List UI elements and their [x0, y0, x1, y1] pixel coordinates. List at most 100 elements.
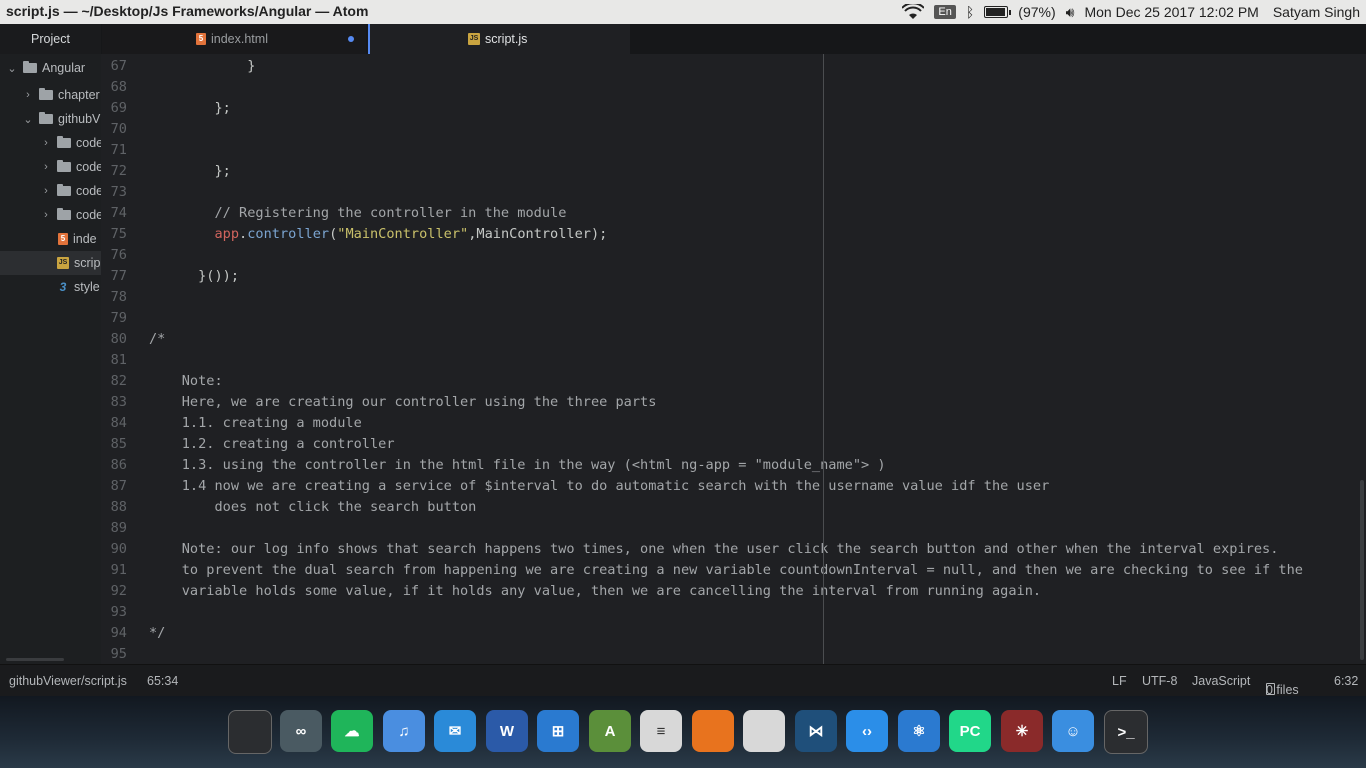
- word-icon[interactable]: W: [486, 710, 528, 752]
- bluetooth-icon[interactable]: ᛒ: [966, 4, 974, 20]
- chevron-right-icon[interactable]: ›: [40, 185, 52, 197]
- music-cloud-icon[interactable]: ♫: [383, 710, 425, 752]
- line-number: 88: [110, 499, 127, 515]
- workspace-switcher-icon[interactable]: [228, 710, 272, 754]
- tree-item-label: code: [76, 160, 101, 174]
- line-number: 95: [110, 646, 127, 662]
- tree-item-label: code: [76, 208, 101, 222]
- html5-icon: 5: [58, 233, 68, 245]
- code-token: .: [239, 226, 248, 242]
- js-icon: JS: [468, 33, 480, 45]
- wifi-icon[interactable]: [902, 4, 925, 20]
- volume-icon[interactable]: 🔊︎: [1066, 4, 1075, 21]
- tree-folder-angular[interactable]: ⌄ Angular: [0, 56, 101, 80]
- tab-index-html[interactable]: 5 index.html: [102, 24, 366, 54]
- code-bracket-icon[interactable]: ‹›: [846, 710, 888, 752]
- line-number: 71: [110, 142, 127, 158]
- code-line: };: [149, 163, 231, 179]
- tab-script-js[interactable]: JS script.js: [368, 24, 630, 54]
- folder-icon: [57, 208, 71, 220]
- line-number: 67: [110, 58, 127, 74]
- code-line: }());: [149, 268, 240, 284]
- tree-folder-code[interactable]: › code: [0, 179, 101, 203]
- battery-level-fill: [986, 8, 1005, 16]
- code-line: Note:: [149, 373, 223, 389]
- chevron-right-icon[interactable]: ›: [40, 161, 52, 173]
- line-number: 77: [110, 268, 127, 284]
- code-token: ,MainController);: [468, 226, 608, 242]
- modified-indicator[interactable]: [348, 36, 354, 42]
- keyboard-language-indicator[interactable]: En: [934, 5, 956, 19]
- tree-file-index-html[interactable]: 5 inde: [0, 227, 101, 251]
- line-number: 87: [110, 478, 127, 494]
- line-number: 85: [110, 436, 127, 452]
- android-studio-icon[interactable]: A: [589, 710, 631, 752]
- line-number: 90: [110, 541, 127, 557]
- code-token: app: [214, 226, 240, 242]
- folder-icon: [57, 184, 71, 196]
- encoding-selector[interactable]: UTF-8: [1142, 674, 1177, 688]
- tree-folder-code[interactable]: › code: [0, 203, 101, 227]
- editor-vertical-scrollbar[interactable]: [1360, 480, 1364, 660]
- code-editor[interactable]: 67 68 69 70 71 72 73 74 75 76 77 78 79 80 81 82 83 84 85 86…: [101, 54, 1366, 664]
- line-number: 82: [110, 373, 127, 389]
- folder-icon: [39, 112, 53, 124]
- chevron-right-icon[interactable]: ›: [40, 137, 52, 149]
- chrome-icon[interactable]: [743, 710, 785, 752]
- line-number: 73: [110, 184, 127, 200]
- tree-item-label: scrip: [74, 256, 101, 270]
- tab-label: index.html: [211, 32, 268, 46]
- app-grid-icon[interactable]: ⊞: [537, 710, 579, 752]
- tree-folder-chapter[interactable]: › chapter: [0, 83, 101, 107]
- code-line: // Registering the controller in the mod…: [149, 205, 567, 221]
- battery-percentage: (97%): [1018, 4, 1056, 20]
- mail-bird-icon[interactable]: ✉: [434, 710, 476, 752]
- folder-icon: [57, 160, 71, 172]
- line-number: 78: [110, 289, 127, 305]
- finder-icon[interactable]: ☺: [1052, 710, 1094, 752]
- tree-file-style-css[interactable]: 3 style: [0, 275, 101, 299]
- spider-web-icon[interactable]: ✳: [1001, 710, 1043, 752]
- line-number: 74: [110, 205, 127, 221]
- firefox-icon[interactable]: [692, 710, 734, 752]
- user-name[interactable]: Satyam Singh: [1273, 4, 1360, 20]
- chevron-down-icon[interactable]: ⌄: [6, 62, 18, 75]
- tree-file-script-js[interactable]: JS scrip: [0, 251, 101, 275]
- text-editor-icon[interactable]: ≡: [640, 710, 682, 752]
- file-path[interactable]: githubViewer/script.js: [9, 674, 127, 688]
- tree-folder-code[interactable]: › code: [0, 155, 101, 179]
- vscode-icon[interactable]: ⋈: [795, 710, 837, 752]
- project-panel-tab[interactable]: Project: [0, 24, 101, 54]
- chevron-right-icon[interactable]: ›: [22, 89, 34, 101]
- line-number: 84: [110, 415, 127, 431]
- line-ending-selector[interactable]: LF: [1112, 674, 1127, 688]
- line-number: 94: [110, 625, 127, 641]
- tab-bar: Project 5 index.html JS script.js: [0, 24, 1366, 54]
- code-line: 1.3. using the controller in the html fi…: [149, 457, 886, 473]
- terminal-icon[interactable]: >_: [1104, 710, 1148, 754]
- battery-icon[interactable]: [984, 6, 1012, 18]
- chevron-down-icon[interactable]: ⌄: [22, 113, 34, 126]
- clock[interactable]: Mon Dec 25 2017 12:02 PM: [1084, 4, 1258, 20]
- tree-item-label: code: [76, 184, 101, 198]
- cloud-app-icon[interactable]: ☁: [331, 710, 373, 752]
- cursor-position[interactable]: 65:34: [147, 674, 178, 688]
- pycharm-icon[interactable]: PC: [949, 710, 991, 752]
- code-line: Note: our log info shows that search hap…: [149, 541, 1279, 557]
- system-tray: En ᛒ (97%) 🔊︎ Mon Dec 25 2017 12:02 PM S…: [902, 0, 1360, 24]
- chevron-right-icon[interactable]: ›: [40, 209, 52, 221]
- line-number: 79: [110, 310, 127, 326]
- tree-folder-githubviewer[interactable]: ⌄ githubV: [0, 107, 101, 131]
- code-line: variable holds some value, if it holds a…: [149, 583, 1042, 599]
- tree-item-label: inde: [73, 232, 97, 246]
- tree-horizontal-scrollbar[interactable]: [6, 658, 64, 661]
- grammar-selector[interactable]: JavaScript: [1192, 674, 1250, 688]
- atom-icon[interactable]: ⚛: [898, 710, 940, 752]
- code-line: does not click the search button: [149, 499, 477, 515]
- code-line: 1.1. creating a module: [149, 415, 362, 431]
- arduino-icon[interactable]: ∞: [280, 710, 322, 752]
- tree-folder-code[interactable]: › code: [0, 131, 101, 155]
- line-number: 69: [110, 100, 127, 116]
- code-line: }: [149, 58, 256, 74]
